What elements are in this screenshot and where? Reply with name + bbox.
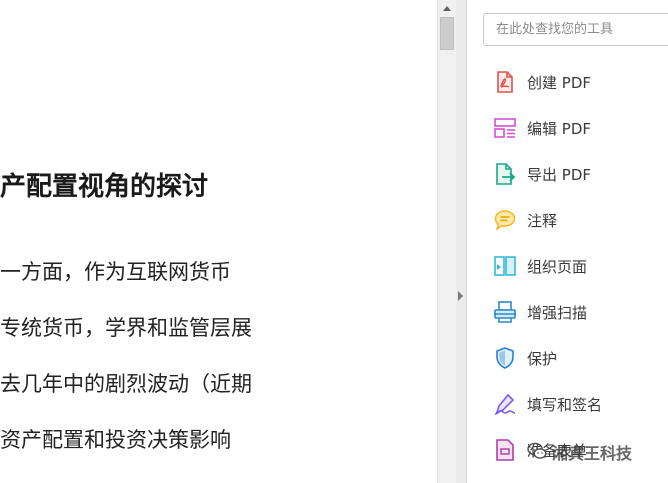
tool-search-input[interactable] bbox=[483, 13, 668, 46]
fill-sign-icon bbox=[494, 393, 516, 415]
tool-export-pdf[interactable]: 导出 PDF bbox=[493, 160, 668, 190]
tool-protect[interactable]: 保护 bbox=[493, 344, 668, 374]
tool-label: 创建 PDF bbox=[527, 74, 591, 92]
tool-label: 增强扫描 bbox=[527, 304, 588, 322]
tool-edit-pdf[interactable]: 编辑 PDF bbox=[493, 114, 668, 144]
tools-pane: 创建 PDF 编辑 PDF 导出 PDF 注释 组织页面 bbox=[467, 0, 668, 483]
comment-icon bbox=[494, 210, 516, 231]
tool-label: 组织页面 bbox=[527, 258, 588, 276]
protect-shield-icon bbox=[496, 347, 514, 369]
paragraph-line: 一方面，作为互联网货币 bbox=[0, 260, 231, 284]
create-pdf-icon bbox=[497, 71, 513, 93]
enhance-scan-icon bbox=[494, 301, 516, 323]
tool-label: 注释 bbox=[527, 212, 558, 230]
document-view: 产配置视角的探讨 一方面，作为互联网货币 专统货币，学界和监管层展 去几年中的剧… bbox=[0, 0, 437, 483]
tool-enhance-scan[interactable]: 增强扫描 bbox=[493, 298, 668, 328]
collapse-arrow-icon[interactable] bbox=[458, 291, 463, 301]
organize-pages-icon bbox=[494, 256, 516, 276]
export-pdf-icon bbox=[496, 163, 516, 185]
tool-label: 编辑 PDF bbox=[527, 120, 591, 138]
tool-label: 导出 PDF bbox=[527, 166, 591, 184]
scroll-up-arrow-icon[interactable] bbox=[438, 0, 457, 16]
tool-comment[interactable]: 注释 bbox=[493, 206, 668, 236]
tool-fill-sign[interactable]: 填写和签名 bbox=[493, 390, 668, 420]
section-heading: 产配置视角的探讨 bbox=[0, 172, 209, 202]
tool-label: 填写和签名 bbox=[527, 396, 603, 414]
edit-pdf-icon bbox=[494, 118, 516, 138]
watermark-text: 湘宾王科技 bbox=[552, 444, 633, 463]
tool-label: 保护 bbox=[527, 350, 558, 368]
vertical-scrollbar[interactable] bbox=[437, 0, 457, 483]
paragraph-line: 专统货币，学界和监管层展 bbox=[0, 316, 252, 340]
prepare-form-icon bbox=[496, 439, 514, 461]
paragraph-line: 资产配置和投资决策影响 bbox=[0, 428, 231, 452]
paragraph-line: 去几年中的剧烈波动（近期 bbox=[0, 372, 252, 396]
tool-create-pdf[interactable]: 创建 PDF bbox=[493, 68, 668, 98]
tools-pane-toggle[interactable] bbox=[456, 0, 467, 483]
wechat-logo-icon bbox=[527, 442, 547, 459]
scrollbar-thumb[interactable] bbox=[440, 17, 454, 50]
tool-organize-pages[interactable]: 组织页面 bbox=[493, 252, 668, 282]
